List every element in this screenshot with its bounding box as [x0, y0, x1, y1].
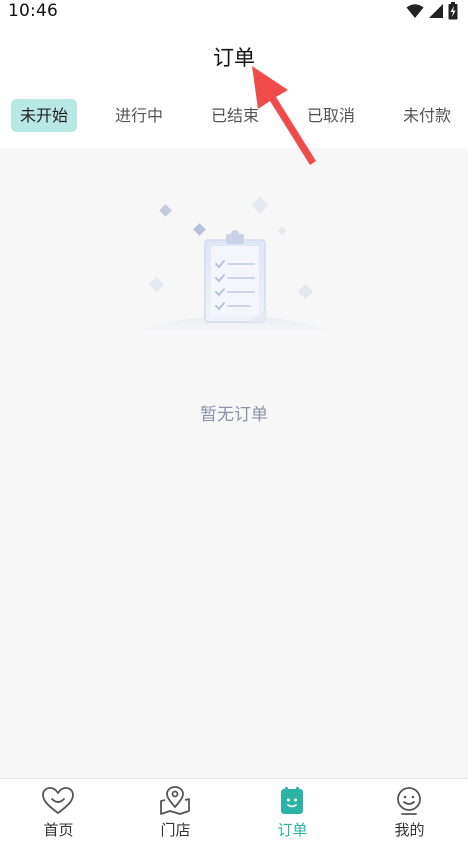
nav-home-label: 首页	[43, 821, 74, 839]
location-map-icon	[160, 786, 190, 815]
nav-home[interactable]: 首页	[0, 779, 117, 841]
status-time: 10:46	[8, 1, 58, 21]
tab-in-progress[interactable]: 进行中	[106, 99, 172, 132]
battery-icon	[448, 2, 458, 20]
order-list[interactable]: 暂无订单	[0, 148, 468, 778]
heart-face-icon	[42, 787, 74, 814]
nav-profile-label: 我的	[394, 821, 425, 839]
tab-unpaid[interactable]: 未付款	[394, 99, 460, 132]
header: 订单	[0, 24, 468, 88]
tab-cancelled[interactable]: 已取消	[298, 99, 364, 132]
status-bar: 10:46	[0, 0, 468, 24]
page-title: 订单	[213, 46, 255, 70]
empty-state-message: 暂无订单	[200, 405, 268, 425]
wifi-icon	[406, 4, 424, 18]
status-icons	[406, 2, 458, 20]
tab-ended[interactable]: 已结束	[202, 99, 268, 132]
nav-stores[interactable]: 门店	[117, 779, 234, 841]
nav-orders[interactable]: 订单	[234, 779, 351, 841]
nav-profile[interactable]: 我的	[351, 779, 468, 841]
order-icon	[281, 787, 303, 814]
bottom-nav: 首页 门店 订单 我的	[0, 778, 468, 840]
smiley-icon	[397, 787, 421, 815]
nav-orders-label: 订单	[277, 821, 308, 839]
nav-stores-label: 门店	[160, 821, 191, 839]
signal-icon	[429, 4, 443, 18]
order-status-tabs: 未开始 进行中 已结束 已取消 未付款	[0, 88, 468, 146]
tab-not-started[interactable]: 未开始	[11, 99, 77, 132]
clipboard-icon	[130, 196, 340, 333]
